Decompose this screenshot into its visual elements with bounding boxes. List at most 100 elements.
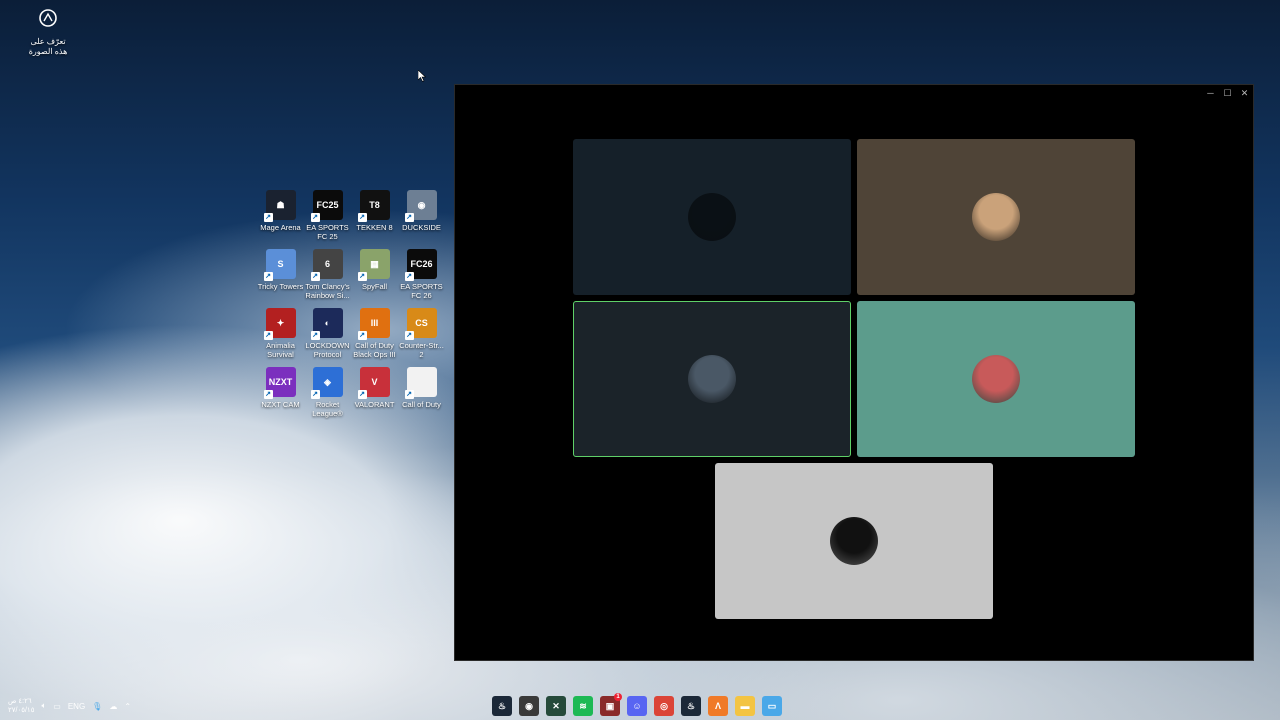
shortcut-arrow-icon: ↗ xyxy=(263,213,273,222)
minimize-button[interactable]: ─ xyxy=(1202,86,1219,100)
taskbar-apps: ♨ ◉ ✕ ≋ ▣ 1 ☺ ◎ ♨ Λ ▬ ▭ xyxy=(492,693,782,716)
desktop-shortcut[interactable]: ◈ ↗ Rocket League® xyxy=(304,367,351,420)
desktop-shortcut[interactable]: CS ↗ Counter-Str... 2 xyxy=(398,308,445,361)
desktop-shortcut[interactable]: ✦ ↗ Animalia Survival xyxy=(257,308,304,361)
clock[interactable]: ٤:٢٦ ص ٢٧/٠٥/١٥ xyxy=(8,697,34,715)
participant-tile-3[interactable] xyxy=(573,301,851,457)
desktop-shortcut[interactable]: 6 ↗ Tom Clancy's Rainbow Si... xyxy=(304,249,351,302)
shortcut-glyph: V xyxy=(371,377,378,387)
desktop-shortcut[interactable]: S ↗ Tricky Towers xyxy=(257,249,304,302)
shortcut-glyph: FC26 xyxy=(410,259,433,269)
shortcut-glyph: ✦ xyxy=(276,317,285,328)
shortcut-glyph: ▦ xyxy=(370,258,379,269)
shortcut-label: Tom Clancy's Rainbow Si... xyxy=(305,282,350,300)
avatar xyxy=(972,355,1020,403)
spyfall-icon: ▦ ↗ xyxy=(357,249,390,281)
desktop-icon-grid: ☗ ↗ Mage Arena FC25 ↗ EA SPORTS FC 25 T8 ↗ TEKKE… xyxy=(257,190,447,420)
shortcut-label: DUCKSIDE xyxy=(402,223,441,232)
shortcut-label: TEKKEN 8 xyxy=(356,223,393,232)
app-glyph: Λ xyxy=(714,701,721,711)
participant-tile-4[interactable] xyxy=(857,301,1135,457)
lockdown-icon: ◐ ↗ xyxy=(310,308,343,340)
shortcut-label: NZXT CAM xyxy=(261,400,300,409)
call-window[interactable]: ─ ☐ ✕ xyxy=(454,84,1254,661)
volume-icon[interactable]: 🔈︎ xyxy=(41,701,46,711)
participant-tile-1[interactable] xyxy=(573,139,851,295)
shortcut-arrow-icon: ↗ xyxy=(404,213,414,222)
shortcut-arrow-icon: ↗ xyxy=(357,213,367,222)
app-red-icon[interactable]: ◉ xyxy=(519,696,539,716)
steam-icon-2[interactable]: ♨ xyxy=(681,696,701,716)
shortcut-arrow-icon: ↗ xyxy=(404,272,414,281)
shortcut-label: Mage Arena xyxy=(260,223,301,232)
shortcut-label: Animalia Survival xyxy=(266,341,295,359)
shortcut-glyph: CS xyxy=(415,318,428,328)
shortcut-arrow-icon: ↗ xyxy=(404,390,414,399)
desktop-shortcut[interactable]: FC26 ↗ EA SPORTS FC 26 xyxy=(398,249,445,302)
avatar xyxy=(688,355,736,403)
app-glyph: ♨ xyxy=(686,700,696,711)
close-button[interactable]: ✕ xyxy=(1236,86,1253,100)
shortcut-label: LOCKDOWN Protocol xyxy=(305,341,350,359)
shortcut-arrow-icon: ↗ xyxy=(357,272,367,281)
ea-fc25-icon: FC25 ↗ xyxy=(310,190,343,222)
avatar xyxy=(830,517,878,565)
tekken8-icon: T8 ↗ xyxy=(357,190,390,222)
chrome-icon[interactable]: ◎ xyxy=(654,696,674,716)
valorant-icon: V ↗ xyxy=(357,367,390,399)
shortcut-glyph: III xyxy=(370,318,379,328)
shortcut-arrow-icon: ↗ xyxy=(310,213,320,222)
notification-badge: 1 xyxy=(614,693,622,701)
desktop-shortcut[interactable]: ↗ Call of Duty xyxy=(398,367,445,420)
shortcut-arrow-icon: ↗ xyxy=(404,331,414,340)
shortcut-label: Rocket League® xyxy=(312,400,343,418)
desktop-shortcut[interactable]: ▦ ↗ SpyFall xyxy=(351,249,398,302)
network-icon[interactable]: ▭ xyxy=(53,702,61,711)
language-indicator[interactable]: ENG xyxy=(68,702,85,711)
system-tray: ٤:٢٦ ص ٢٧/٠٥/١٥ 🔈︎ ▭ ENG 🎙︎ ☁ ⌃ xyxy=(8,692,131,720)
desktop-shortcut[interactable]: V ↗ VALORANT xyxy=(351,367,398,420)
shortcut-arrow-icon: ↗ xyxy=(263,390,273,399)
shortcut-label: Call of Duty xyxy=(402,400,441,409)
app-glyph: ◎ xyxy=(660,700,668,711)
xbox-app-icon[interactable]: ✕ xyxy=(546,696,566,716)
onedrive-icon[interactable]: ☁ xyxy=(109,702,117,711)
shortcut-glyph: S xyxy=(277,259,284,269)
desktop-shortcut[interactable]: ☗ ↗ Mage Arena xyxy=(257,190,304,243)
shortcut-label: Call of Duty Black Ops III xyxy=(353,341,396,359)
desktop-shortcut[interactable]: T8 ↗ TEKKEN 8 xyxy=(351,190,398,243)
chevron-up-icon[interactable]: ⌃ xyxy=(124,702,131,711)
window-titlebar[interactable]: ─ ☐ ✕ xyxy=(455,85,1253,101)
desktop-shortcut[interactable]: III ↗ Call of Duty Black Ops III xyxy=(351,308,398,361)
desktop-shortcut[interactable]: FC25 ↗ EA SPORTS FC 25 xyxy=(304,190,351,243)
notification-app-icon[interactable]: ▣ 1 xyxy=(600,693,622,716)
participant-tile-5[interactable] xyxy=(715,463,993,619)
discord-icon[interactable]: ☺ xyxy=(627,696,647,716)
avatar xyxy=(688,193,736,241)
spotify-icon[interactable]: ≋ xyxy=(573,696,593,716)
shortcut-arrow-icon: ↗ xyxy=(357,331,367,340)
steam-icon[interactable]: ♨ xyxy=(492,696,512,716)
maximize-button[interactable]: ☐ xyxy=(1219,86,1236,100)
app-glyph: ◉ xyxy=(525,700,533,711)
file-explorer-icon[interactable]: ▬ xyxy=(735,696,755,716)
desktop-shortcut[interactable]: ◐ ↗ LOCKDOWN Protocol xyxy=(304,308,351,361)
shortcut-label: EA SPORTS FC 25 xyxy=(306,223,349,241)
shortcut-glyph: FC25 xyxy=(316,200,339,210)
launcher-icon[interactable]: Λ xyxy=(708,696,728,716)
recognize-image-shortcut[interactable]: تعرّف على هذه الصورة xyxy=(28,8,68,57)
shortcut-arrow-icon: ↗ xyxy=(357,390,367,399)
window-app-icon[interactable]: ▭ xyxy=(762,696,782,716)
clock-time: ٤:٢٦ ص xyxy=(8,698,32,705)
duckside-icon: ◉ ↗ xyxy=(404,190,437,222)
animalia-icon: ✦ ↗ xyxy=(263,308,296,340)
tricky-towers-icon: S ↗ xyxy=(263,249,296,281)
shortcut-glyph: ◉ xyxy=(417,199,426,210)
shortcut-glyph: ◈ xyxy=(324,376,331,387)
microphone-icon[interactable]: 🎙︎ xyxy=(92,702,102,711)
desktop-shortcut[interactable]: ◉ ↗ DUCKSIDE xyxy=(398,190,445,243)
desktop-shortcut[interactable]: NZXT ↗ NZXT CAM xyxy=(257,367,304,420)
participant-tile-2[interactable] xyxy=(857,139,1135,295)
app-glyph: ≋ xyxy=(579,700,587,711)
shortcut-glyph: ◐ xyxy=(324,318,331,328)
